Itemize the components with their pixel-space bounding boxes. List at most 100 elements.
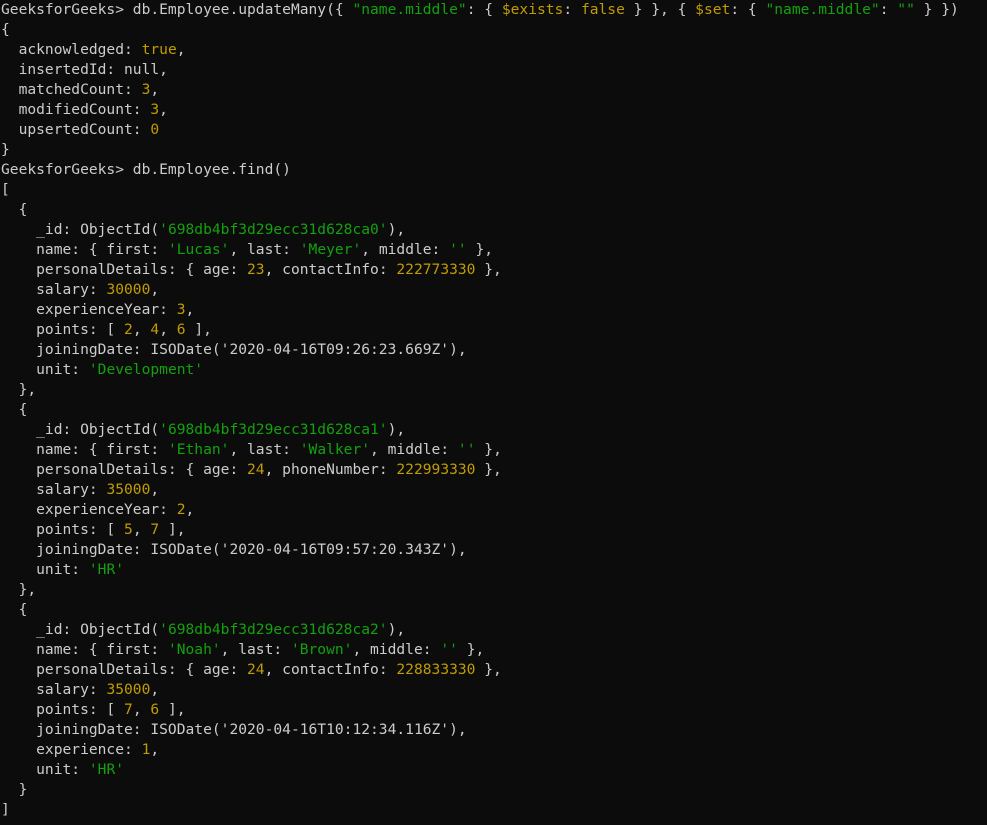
terminal-line: experienceYear: 2, [0,500,987,520]
terminal-token: , [159,321,177,338]
terminal-token: , [132,521,151,538]
terminal-token: 222773330 [396,261,476,278]
terminal-token: insertedId: null, [1,61,168,78]
terminal-token: "name.middle" [352,1,467,18]
terminal-token: , phoneNumber: [264,461,397,478]
terminal-token: { [1,201,28,218]
terminal-token: ), [387,221,406,238]
terminal-line: personalDetails: { age: 24, phoneNumber:… [0,460,987,480]
terminal-token: , [150,681,160,698]
terminal-token: _id: ObjectId( [1,221,160,238]
terminal-line: experienceYear: 3, [0,300,987,320]
terminal-line: insertedId: null, [0,60,987,80]
terminal-line: joiningDate: ISODate('2020-04-16T09:26:2… [0,340,987,360]
terminal-token: _id: ObjectId( [1,621,160,638]
terminal-token: _id: ObjectId( [1,421,160,438]
terminal-token: 'Lucas' [167,241,230,258]
terminal-line: _id: ObjectId('698db4bf3d29ecc31d628ca2'… [0,620,987,640]
terminal-line: salary: 35000, [0,480,987,500]
terminal-token: unit: [1,761,89,778]
terminal-token: , [185,501,195,518]
terminal-token: } [1,781,28,798]
terminal-token: 35000 [106,481,151,498]
terminal-token: 23 [247,261,265,278]
terminal-token: { [1,21,10,38]
terminal-line: salary: 35000, [0,680,987,700]
terminal-token: }, [475,261,502,278]
terminal-token: 35000 [106,681,151,698]
terminal-token: , middle: [361,241,450,258]
terminal-token: upsertedCount: [1,121,151,138]
terminal-token: 6 [176,321,186,338]
terminal-token: : [563,1,581,18]
terminal-token: 'Meyer' [299,241,362,258]
terminal-token: '698db4bf3d29ecc31d628ca2' [159,621,388,638]
terminal-line: upsertedCount: 0 [0,120,987,140]
terminal-token: } [1,141,10,158]
terminal-token: name: { first: [1,441,168,458]
terminal-token: false [580,1,625,18]
terminal-line: name: { first: 'Ethan', last: 'Walker', … [0,440,987,460]
terminal-token: }, [475,461,502,478]
terminal-token: 30000 [106,281,151,298]
terminal-token: 'Noah' [167,641,221,658]
terminal-line: _id: ObjectId('698db4bf3d29ecc31d628ca0'… [0,220,987,240]
terminal-token: , [185,301,195,318]
terminal-token: , middle: [370,441,458,458]
terminal-token: , [159,101,168,118]
terminal-output[interactable]: GeeksforGeeks> db.Employee.updateMany({ … [0,0,987,825]
terminal-line: GeeksforGeeks> db.Employee.updateMany({ … [0,0,987,20]
terminal-token: ], [159,701,186,718]
terminal-token: acknowledged: [1,41,142,58]
terminal-token: 'Ethan' [167,441,230,458]
terminal-token: GeeksforGeeks> db.Employee.find() [1,161,291,178]
terminal-token: personalDetails: { age: [1,261,248,278]
terminal-token: $set [695,1,731,18]
terminal-token: }, [466,241,494,258]
terminal-token: ] [1,801,10,818]
terminal-line: experience: 1, [0,740,987,760]
terminal-token: experienceYear: [1,301,177,318]
terminal-token: 5 [124,521,133,538]
terminal-token: ], [159,521,186,538]
terminal-token: points: [ [1,321,125,338]
terminal-token: name: { first: [1,641,168,658]
terminal-line: points: [ 5, 7 ], [0,520,987,540]
terminal-token: { [1,601,28,618]
terminal-line: [ [0,180,987,200]
terminal-token: [ [1,181,10,198]
terminal-token: salary: [1,281,107,298]
terminal-line: acknowledged: true, [0,40,987,60]
terminal-line: personalDetails: { age: 23, contactInfo:… [0,260,987,280]
terminal-token: '698db4bf3d29ecc31d628ca1' [159,421,388,438]
terminal-line: points: [ 7, 6 ], [0,700,987,720]
terminal-token: { [1,401,28,418]
terminal-token: joiningDate: ISODate('2020-04-16T09:57:2… [1,541,467,558]
terminal-token: 6 [150,701,160,718]
terminal-token: : [879,1,898,18]
terminal-line: }, [0,380,987,400]
terminal-line: { [0,20,987,40]
terminal-line: } [0,780,987,800]
terminal-token: 7 [150,521,160,538]
terminal-token: , contactInfo: [264,661,397,678]
terminal-token: , [132,701,151,718]
terminal-token: } }) [914,1,959,18]
terminal-token: , [150,81,160,98]
terminal-token: 0 [150,121,160,138]
terminal-token: points: [ [1,521,125,538]
terminal-line: points: [ 2, 4, 6 ], [0,320,987,340]
terminal-token: name: { first: [1,241,168,258]
terminal-token: joiningDate: ISODate('2020-04-16T09:26:2… [1,341,467,358]
terminal-line: salary: 30000, [0,280,987,300]
terminal-line: }, [0,580,987,600]
terminal-token: , contactInfo: [264,261,397,278]
terminal-token: $exists [501,1,564,18]
terminal-line: } [0,140,987,160]
terminal-token: , middle: [352,641,441,658]
terminal-token: , last: [229,241,300,258]
terminal-token: '698db4bf3d29ecc31d628ca0' [159,221,388,238]
terminal-token: "" [897,1,915,18]
terminal-token: ], [185,321,212,338]
terminal-token: experienceYear: [1,501,177,518]
